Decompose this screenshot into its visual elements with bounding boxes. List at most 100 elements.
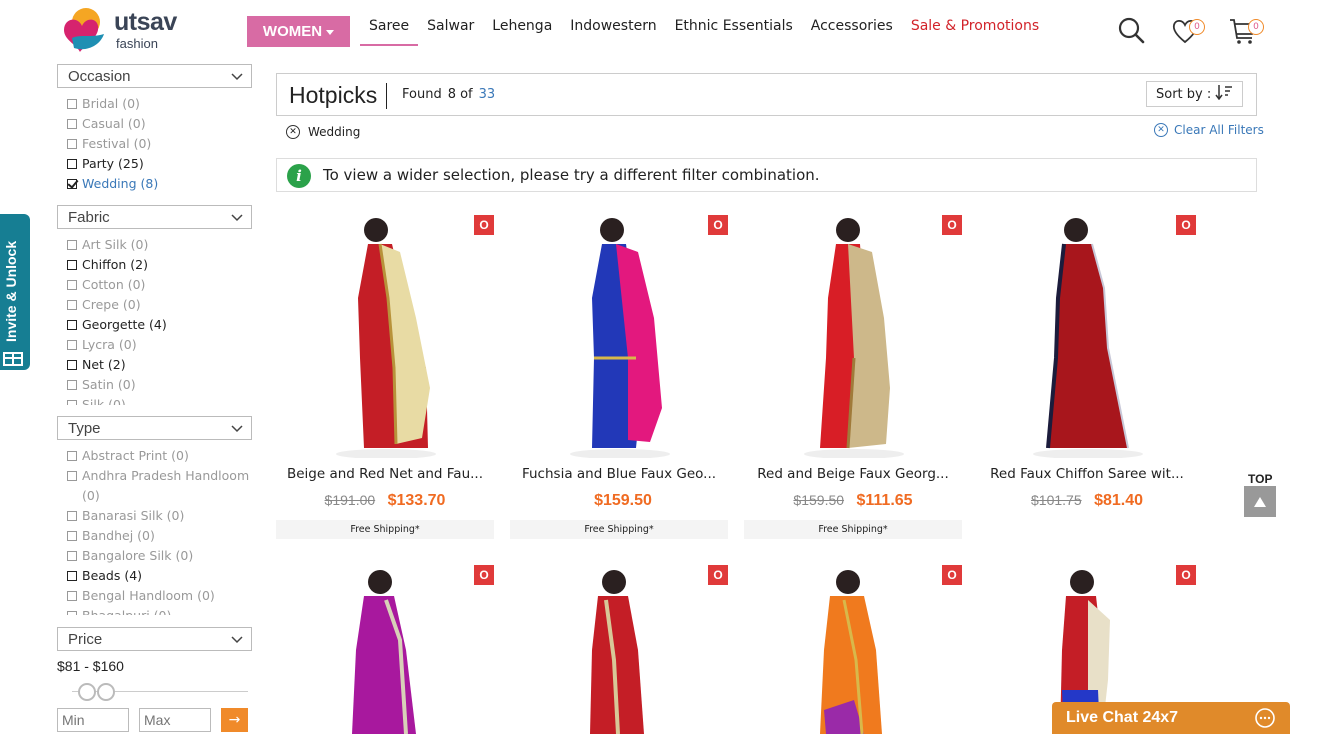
filter-option-party[interactable]: Party (25) xyxy=(57,154,252,174)
filter-option-bridal[interactable]: Bridal (0) xyxy=(57,94,252,114)
filter-option-chiffon[interactable]: Chiffon (2) xyxy=(57,255,252,275)
filter-option-crepe[interactable]: Crepe (0) xyxy=(57,295,252,315)
nav-item-ethnic-essentials[interactable]: Ethnic Essentials xyxy=(666,12,802,46)
nav-item-saree[interactable]: Saree xyxy=(360,12,419,46)
logo-mark-icon xyxy=(64,8,104,52)
occasion-facet-header[interactable]: Occasion xyxy=(57,64,252,88)
checkbox[interactable] xyxy=(67,531,77,541)
price-apply-button[interactable]: → xyxy=(221,708,248,732)
price-title: Price xyxy=(68,630,103,648)
nav-item-accessories[interactable]: Accessories xyxy=(802,12,902,46)
sort-by-dropdown[interactable]: Sort by : xyxy=(1146,81,1243,107)
filter-option-bengal-handloom[interactable]: Bengal Handloom (0) xyxy=(57,586,252,606)
offer-badge: O xyxy=(708,565,728,585)
original-price: $101.75 xyxy=(1031,492,1082,508)
checkbox[interactable] xyxy=(67,591,77,601)
filter-option-satin[interactable]: Satin (0) xyxy=(57,375,252,395)
filter-option-festival[interactable]: Festival (0) xyxy=(57,134,252,154)
filter-option-andhra-pradesh-handloom[interactable]: Andhra Pradesh Handloom (0) xyxy=(57,466,252,506)
filter-option-cotton[interactable]: Cotton (0) xyxy=(57,275,252,295)
checkbox[interactable] xyxy=(67,119,77,129)
checkbox[interactable] xyxy=(67,320,77,330)
checkbox-checked[interactable] xyxy=(67,179,77,189)
product-image[interactable] xyxy=(510,208,728,459)
nav-item-salwar[interactable]: Salwar xyxy=(418,12,483,46)
free-shipping-label: Free Shipping* xyxy=(510,520,728,539)
nav-item-lehenga[interactable]: Lehenga xyxy=(483,12,561,46)
product-name[interactable]: Beige and Red Net and Fau... xyxy=(276,466,494,482)
back-to-top-button[interactable] xyxy=(1244,486,1276,517)
utsav-logo[interactable]: utsav fashion xyxy=(56,4,196,56)
filter-option-art-silk[interactable]: Art Silk (0) xyxy=(57,235,252,255)
price-slider-min-handle[interactable] xyxy=(78,683,96,701)
checkbox[interactable] xyxy=(67,451,77,461)
checkbox[interactable] xyxy=(67,471,77,481)
sale-price: $111.65 xyxy=(856,492,913,509)
price-facet-header[interactable]: Price xyxy=(57,627,252,651)
filter-option-georgette[interactable]: Georgette (4) xyxy=(57,315,252,335)
filter-option-banarasi-silk[interactable]: Banarasi Silk (0) xyxy=(57,506,252,526)
nav-item-sale-promotions[interactable]: Sale & Promotions xyxy=(902,12,1048,46)
filter-option-beads[interactable]: Beads (4) xyxy=(57,566,252,586)
close-icon: ✕ xyxy=(1154,123,1168,137)
nav-item-indowestern[interactable]: Indowestern xyxy=(561,12,665,46)
checkbox[interactable] xyxy=(67,240,77,250)
search-icon[interactable] xyxy=(1117,16,1147,46)
product-name[interactable]: Red Faux Chiffon Saree wit... xyxy=(978,466,1196,482)
checkbox[interactable] xyxy=(67,611,77,615)
checkbox[interactable] xyxy=(67,260,77,270)
active-filter-chip[interactable]: ✕ Wedding xyxy=(286,125,360,139)
filter-option-bhagalpuri[interactable]: Bhagalpuri (0) xyxy=(57,606,252,615)
live-chat-button[interactable]: Live Chat 24x7 xyxy=(1052,702,1290,734)
wishlist-heart-icon[interactable]: 0 xyxy=(1171,16,1205,46)
checkbox[interactable] xyxy=(67,159,77,169)
page-title: Hotpicks xyxy=(289,82,378,108)
checkbox[interactable] xyxy=(67,380,77,390)
product-image[interactable] xyxy=(510,560,728,734)
filter-option-bangalore-silk[interactable]: Bangalore Silk (0) xyxy=(57,546,252,566)
clear-all-filters-link[interactable]: ✕ Clear All Filters xyxy=(1154,123,1264,137)
checkbox[interactable] xyxy=(67,571,77,581)
checkbox[interactable] xyxy=(67,551,77,561)
checkbox[interactable] xyxy=(67,360,77,370)
product-name[interactable]: Red and Beige Faux Georg... xyxy=(744,466,962,482)
women-menu-button[interactable]: WOMEN xyxy=(247,16,350,47)
filter-option-net[interactable]: Net (2) xyxy=(57,355,252,375)
checkbox[interactable] xyxy=(67,511,77,521)
chat-bubble-icon xyxy=(1254,707,1276,734)
checkbox[interactable] xyxy=(67,400,77,405)
price-max-input[interactable] xyxy=(139,708,211,732)
price-min-input[interactable] xyxy=(57,708,129,732)
filter-option-casual[interactable]: Casual (0) xyxy=(57,114,252,134)
product-image[interactable] xyxy=(744,560,962,734)
checkbox[interactable] xyxy=(67,99,77,109)
filter-option-wedding[interactable]: Wedding (8) xyxy=(57,174,252,194)
price-facet: Price xyxy=(57,627,252,651)
wishlist-count-badge: 0 xyxy=(1189,19,1205,35)
filter-option-lycra[interactable]: Lycra (0) xyxy=(57,335,252,355)
checkbox[interactable] xyxy=(67,139,77,149)
offer-badge: O xyxy=(1176,565,1196,585)
logo-brand: utsav xyxy=(114,8,177,36)
invite-unlock-tab[interactable]: Invite & Unlock xyxy=(0,214,30,370)
free-shipping-label: Free Shipping* xyxy=(744,520,962,539)
product-image[interactable] xyxy=(978,208,1196,459)
checkbox[interactable] xyxy=(67,280,77,290)
product-image[interactable] xyxy=(276,208,494,459)
product-image[interactable] xyxy=(744,208,962,459)
type-facet-header[interactable]: Type xyxy=(57,416,252,440)
filter-option-abstract-print[interactable]: Abstract Print (0) xyxy=(57,446,252,466)
close-icon[interactable]: ✕ xyxy=(286,125,300,139)
price-slider-max-handle[interactable] xyxy=(97,683,115,701)
product-image[interactable] xyxy=(276,560,494,734)
results-header: Hotpicks Found 8 of 33 Sort by : xyxy=(276,73,1257,116)
product-name[interactable]: Fuchsia and Blue Faux Geo... xyxy=(510,466,728,482)
checkbox[interactable] xyxy=(67,300,77,310)
sort-label: Sort by : xyxy=(1156,86,1212,102)
filter-option-bandhej[interactable]: Bandhej (0) xyxy=(57,526,252,546)
checkbox[interactable] xyxy=(67,340,77,350)
divider xyxy=(386,83,387,109)
fabric-facet-header[interactable]: Fabric xyxy=(57,205,252,229)
filter-option-silk[interactable]: Silk (0) xyxy=(57,395,252,405)
cart-icon[interactable]: 0 xyxy=(1228,16,1264,46)
